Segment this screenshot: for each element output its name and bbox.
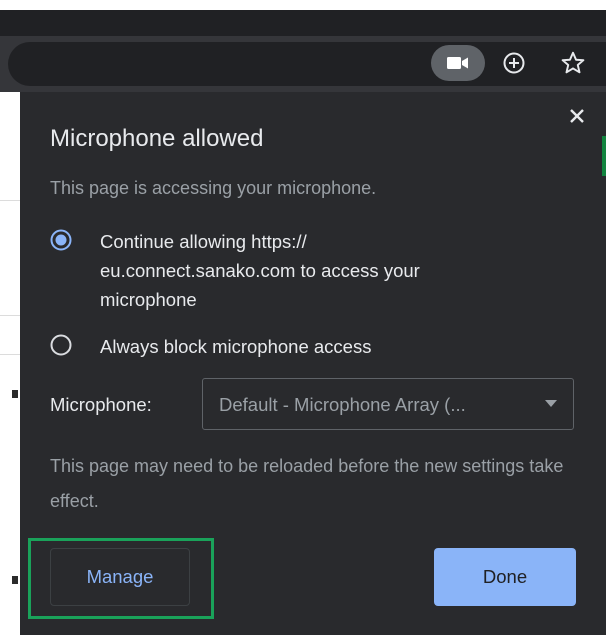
video-camera-icon (447, 57, 468, 69)
top-strip (0, 0, 606, 10)
page-background (0, 92, 20, 635)
option-always-block[interactable]: Always block microphone access (50, 332, 500, 361)
plus-circle-icon[interactable] (501, 50, 527, 76)
radio-unselected-icon[interactable] (50, 334, 72, 356)
dialog-title: Microphone allowed (50, 125, 264, 152)
browser-titlebar (0, 10, 606, 36)
page-divider (0, 354, 20, 355)
camera-permission-chip[interactable] (431, 45, 485, 81)
option-label: Always block microphone access (100, 336, 372, 357)
option-label: Continue allowing https:// eu.connect.sa… (100, 231, 420, 310)
option-continue-allowing[interactable]: Continue allowing https:// eu.connect.sa… (50, 227, 500, 314)
radio-selected-icon[interactable] (50, 229, 72, 251)
page-mark (12, 576, 18, 584)
reload-note: This page may need to be reloaded before… (50, 456, 564, 511)
microphone-select-value: Default - Microphone Array (... (219, 394, 466, 415)
microphone-select[interactable]: Default - Microphone Array (... (202, 378, 574, 430)
microphone-permission-dialog: Microphone allowed This page is accessin… (20, 92, 606, 635)
page-divider (0, 315, 20, 316)
star-icon[interactable] (559, 49, 587, 77)
done-button[interactable]: Done (434, 548, 576, 606)
dialog-subtitle: This page is accessing your microphone. (50, 178, 377, 198)
close-icon (570, 109, 584, 123)
page-edge (602, 136, 606, 176)
caret-down-icon (545, 400, 557, 407)
manage-button[interactable]: Manage (50, 548, 190, 606)
page-mark (12, 390, 18, 398)
close-button[interactable] (565, 104, 589, 128)
page-divider (0, 200, 20, 201)
microphone-label: Microphone: (50, 394, 152, 415)
